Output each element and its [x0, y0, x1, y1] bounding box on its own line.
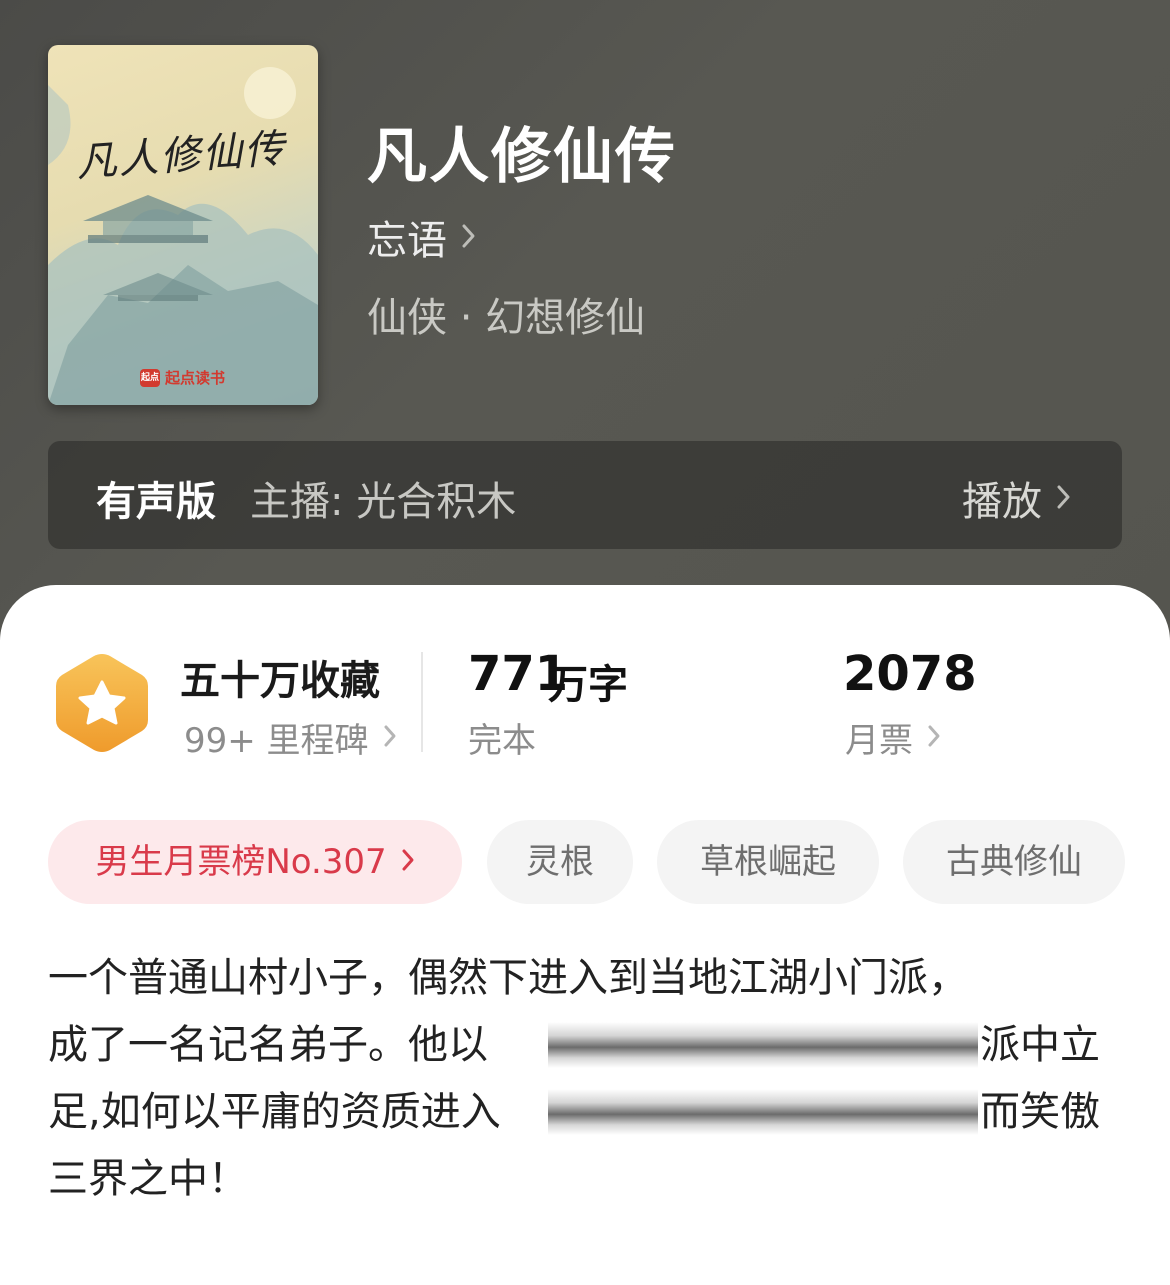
completion-status: 完本	[468, 721, 536, 761]
audio-label: 有声版	[96, 479, 216, 525]
rank-tag[interactable]: 男生月票榜No.307	[48, 820, 462, 904]
redaction-blur	[548, 1089, 978, 1135]
tag-classic-cultivation[interactable]: 古典修仙	[903, 820, 1125, 904]
chevron-right-icon	[1056, 475, 1072, 521]
milestone-link[interactable]: 99+ 里程碑	[184, 713, 397, 762]
description-text: 派中立	[980, 1022, 1100, 1068]
author-link[interactable]: 忘语	[367, 208, 477, 266]
book-cover[interactable]: 凡人修仙传 起点 起点读书	[48, 45, 318, 405]
description-line: 一个普通山村小子，偶然下进入到当地江湖小门派，	[48, 945, 1128, 1012]
cover-publisher: 起点 起点读书	[140, 367, 225, 388]
chevron-right-icon	[927, 718, 941, 758]
rank-tag-label: 男生月票榜No.307	[95, 842, 387, 882]
cover-illustration	[48, 67, 318, 405]
publisher-logo: 起点	[140, 368, 160, 387]
description-text: 而笑傲	[980, 1089, 1100, 1135]
audio-host: 主播: 光合积木	[250, 479, 517, 525]
play-button[interactable]: 播放	[962, 469, 1072, 527]
monthly-tickets-label: 月票	[845, 721, 913, 761]
book-header: 凡人修仙传 起点 起点读书 凡人修仙传 忘语 仙侠 · 幻想修仙 有声版 主播:…	[0, 0, 1170, 640]
tag-linggen[interactable]: 灵根	[487, 820, 633, 904]
play-label: 播放	[962, 479, 1042, 525]
milestone-label: 99+ 里程碑	[184, 721, 369, 761]
audio-version-bar[interactable]: 有声版 主播: 光合积木 播放	[48, 441, 1122, 549]
description-text: 足,如何以平庸的资质进入	[48, 1089, 501, 1135]
description-text: 三界之中！	[48, 1156, 248, 1202]
book-title: 凡人修仙传	[367, 122, 677, 192]
description-line: 足,如何以平庸的资质进入 而笑傲	[48, 1079, 1128, 1146]
description-line: 三界之中！	[48, 1146, 1128, 1213]
chevron-right-icon	[401, 820, 415, 904]
description-line: 成了一名记名弟子。他以 派中立	[48, 1012, 1128, 1079]
redaction-blur	[548, 1022, 978, 1068]
chevron-right-icon	[461, 214, 477, 260]
genre-label: 仙侠 · 幻想修仙	[367, 295, 646, 341]
collect-count: 五十万收藏	[180, 658, 380, 704]
monthly-tickets-count: 2078	[843, 646, 977, 702]
author-name: 忘语	[367, 218, 447, 264]
chevron-right-icon	[383, 718, 397, 758]
description-text: 一个普通山村小子，偶然下进入到当地江湖小门派，	[48, 955, 968, 1001]
word-count-unit: 万字	[548, 662, 628, 708]
description-text: 成了一名记名弟子。他以	[48, 1022, 488, 1068]
stats-divider	[421, 652, 423, 752]
collect-badge-icon	[52, 650, 152, 756]
tag-grassroots[interactable]: 草根崛起	[657, 820, 879, 904]
book-description[interactable]: 一个普通山村小子，偶然下进入到当地江湖小门派， 成了一名记名弟子。他以 派中立 …	[48, 945, 1128, 1213]
monthly-tickets-link[interactable]: 月票	[845, 713, 941, 762]
publisher-name: 起点读书	[165, 369, 226, 387]
